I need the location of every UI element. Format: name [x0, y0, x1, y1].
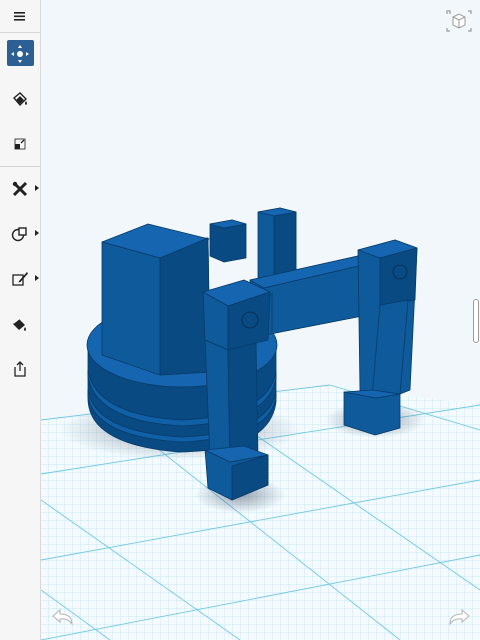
share-icon [14, 361, 26, 377]
hamburger-menu-icon [14, 12, 25, 21]
modify-tool-button[interactable] [0, 173, 40, 205]
toolbar-divider [0, 32, 40, 33]
transform-tool-button[interactable] [0, 38, 40, 70]
material-tool-button[interactable] [0, 83, 40, 115]
snap-icon [14, 138, 26, 150]
undo-icon[interactable] [50, 608, 76, 628]
sketch-tool-button[interactable] [0, 263, 40, 295]
submenu-arrow-icon [35, 185, 39, 191]
submenu-arrow-icon [35, 230, 39, 236]
paint-icon [13, 318, 26, 331]
left-toolbar [0, 0, 41, 640]
snap-tool-button[interactable] [0, 128, 40, 160]
pencil-icon [12, 272, 28, 286]
paint-tool-button[interactable] [0, 308, 40, 340]
3d-viewport[interactable] [41, 0, 480, 640]
redo-icon[interactable] [446, 608, 472, 628]
paint-bucket-icon [13, 92, 27, 107]
toolbar-divider [0, 166, 40, 167]
move-gizmo-icon [11, 45, 29, 63]
primitives-tool-button[interactable] [0, 218, 40, 250]
menu-button[interactable] [0, 0, 40, 32]
submenu-arrow-icon [35, 275, 39, 281]
export-tool-button[interactable] [0, 353, 40, 385]
view-cube-icon[interactable] [446, 10, 472, 32]
tools-icon [12, 181, 28, 197]
zoom-slider-handle[interactable] [473, 299, 479, 343]
shapes-icon [11, 227, 27, 242]
